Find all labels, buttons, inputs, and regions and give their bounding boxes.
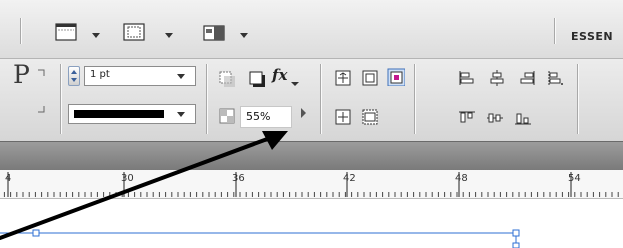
annotation-arrow <box>0 131 288 240</box>
